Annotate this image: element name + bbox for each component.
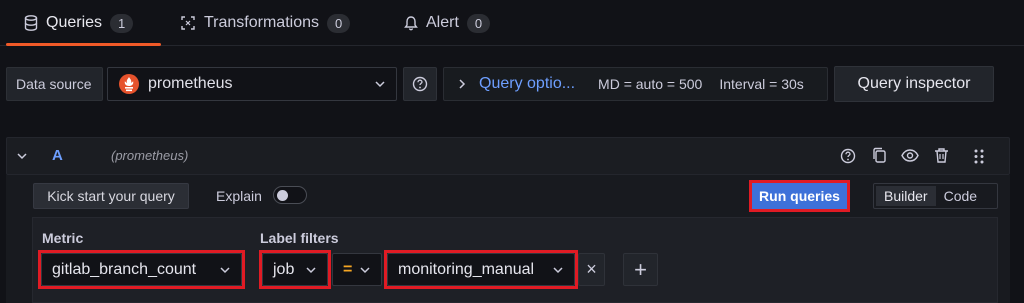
tab-alert[interactable]: Alert 0 (404, 0, 491, 46)
datasource-value: prometheus (148, 75, 233, 92)
interval-value: Interval = 30s (719, 76, 804, 92)
remove-filter-button[interactable]: × (578, 253, 605, 286)
label-value-highlight: monitoring_manual (384, 250, 578, 289)
operator-select[interactable]: = (332, 253, 382, 286)
label-key-value: job (273, 260, 295, 278)
datasource-picker[interactable]: prometheus (107, 67, 397, 101)
explain-label: Explain (216, 188, 262, 204)
label-value-select[interactable]: monitoring_manual (387, 253, 575, 286)
datasource-help-button[interactable] (403, 67, 437, 101)
transform-icon (181, 16, 195, 30)
label-key-select[interactable]: job (262, 253, 328, 286)
chevron-down-icon (553, 266, 563, 273)
kick-start-button[interactable]: Kick start your query (33, 183, 189, 209)
drag-handle-icon[interactable] (973, 148, 985, 165)
query-letter[interactable]: A (52, 147, 63, 164)
query-datasource-hint: (prometheus) (111, 148, 189, 163)
eye-icon[interactable] (901, 149, 919, 162)
tab-transformations-label: Transformations (204, 14, 319, 31)
toggle-knob (277, 190, 288, 201)
metric-value: gitlab_branch_count (52, 260, 197, 278)
tab-queries-count: 1 (110, 13, 134, 33)
builder-mode[interactable]: Builder (876, 186, 936, 206)
bell-icon (404, 16, 418, 31)
help-icon[interactable] (840, 148, 856, 164)
metric-select[interactable]: gitlab_branch_count (41, 253, 242, 286)
tab-transformations-count: 0 (327, 13, 351, 33)
code-mode[interactable]: Code (936, 188, 985, 204)
tab-queries[interactable]: Queries 1 (24, 0, 134, 46)
query-options-bar[interactable]: Query optio... MD = auto = 500 Interval … (443, 67, 828, 101)
md-value: MD = auto = 500 (598, 76, 703, 92)
label-key-highlight: job (259, 250, 331, 289)
metric-highlight: gitlab_branch_count (38, 250, 245, 289)
run-queries-highlight: Run queries (749, 180, 850, 212)
collapse-chevron-icon[interactable] (16, 150, 28, 162)
help-icon (412, 76, 428, 92)
label-value-text: monitoring_manual (398, 260, 535, 278)
close-icon: × (586, 259, 597, 279)
active-tab-indicator (6, 43, 161, 46)
query-options-label: Query optio... (479, 75, 576, 92)
label-filters-label: Label filters (260, 230, 339, 246)
chevron-right-icon (459, 79, 466, 89)
run-queries-button[interactable]: Run queries (752, 183, 847, 209)
operator-value: = (343, 260, 353, 278)
tab-transformations[interactable]: Transformations 0 (180, 0, 351, 46)
chevron-down-icon (306, 266, 316, 273)
tab-bar (0, 0, 1024, 46)
editor-mode-switch[interactable]: Builder Code (873, 183, 998, 209)
chevron-down-icon (220, 266, 230, 273)
tab-alert-label: Alert (426, 14, 459, 31)
metric-label: Metric (42, 230, 84, 246)
duplicate-icon[interactable] (871, 147, 887, 164)
plus-icon: + (634, 256, 647, 282)
chevron-down-icon (375, 81, 385, 88)
tab-alert-count: 0 (466, 13, 491, 33)
explain-toggle[interactable] (273, 186, 307, 204)
chevron-down-icon (360, 266, 370, 273)
datasource-label: Data source (6, 67, 103, 101)
add-filter-button[interactable]: + (623, 253, 658, 286)
tab-queries-label: Queries (46, 14, 103, 31)
prometheus-logo-icon (119, 74, 139, 94)
database-icon (24, 15, 38, 31)
trash-icon[interactable] (934, 147, 949, 164)
query-inspector-button[interactable]: Query inspector (834, 66, 994, 102)
